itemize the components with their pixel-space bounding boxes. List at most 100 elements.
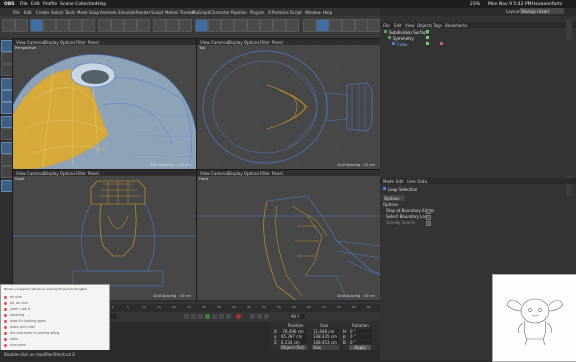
am-menu-edit[interactable]: Edit (396, 179, 404, 184)
xp-modifier-icon[interactable] (342, 19, 355, 32)
menu-window[interactable]: Window (305, 10, 321, 15)
viewport-top[interactable]: View Cameras Display Options Filter Pane… (196, 38, 382, 171)
menu-character[interactable]: Character (210, 10, 230, 15)
menu-motion-tracker[interactable]: Motion Tracker (165, 10, 194, 15)
xp-system-icon[interactable] (303, 19, 316, 32)
key-scale-icon[interactable] (264, 314, 269, 319)
menu-create[interactable]: Create (36, 10, 49, 15)
om-menu-edit[interactable]: Edit (394, 23, 402, 28)
om-menu-objects[interactable]: Objects (417, 23, 432, 28)
am-menu-mode[interactable]: Mode (383, 179, 394, 184)
floor-icon[interactable] (260, 19, 273, 32)
world-coord-icon[interactable] (137, 19, 150, 32)
menu-pipeline[interactable]: Pipeline (231, 10, 247, 15)
mac-menu-scene-collection[interactable]: Scene Collection (60, 2, 97, 7)
coord-mode-dropdown[interactable]: Object (Rel) (280, 345, 307, 350)
menu-plugins[interactable]: Plugins (250, 10, 264, 15)
goto-end-icon[interactable] (226, 314, 231, 319)
visibility-check-icon[interactable] (426, 36, 429, 39)
app-name[interactable]: OBS (4, 2, 15, 7)
viewport-perspective[interactable]: View Cameras Display Options Filter Pane… (12, 38, 198, 171)
layout-dropdown[interactable]: Startup (User) (520, 8, 564, 14)
tab-options[interactable]: Options (383, 195, 405, 201)
rotate-icon[interactable] (69, 19, 82, 32)
menu-script[interactable]: Script (290, 10, 302, 15)
mac-menu-edit[interactable]: Edit (31, 2, 40, 7)
user-name[interactable]: Hexaeonforts (532, 2, 562, 7)
size-mode-dropdown[interactable]: Size (312, 345, 339, 350)
material-tag-icon[interactable] (440, 42, 443, 45)
object-row[interactable]: Cube (392, 41, 452, 47)
om-side-tab[interactable] (566, 20, 572, 40)
bend-deformer-icon[interactable] (247, 19, 260, 32)
menu-file[interactable]: File (13, 10, 20, 15)
goto-start-icon[interactable] (184, 314, 189, 319)
xp-cache-icon[interactable] (367, 19, 380, 32)
live-selection-icon[interactable] (30, 19, 43, 32)
om-menu-file[interactable]: File (383, 23, 390, 28)
menu-animate[interactable]: Animate (100, 10, 117, 15)
array-icon[interactable] (234, 19, 247, 32)
mac-menu-profile[interactable]: Profile (43, 2, 57, 7)
record-icon[interactable] (236, 314, 241, 319)
mac-menu-file[interactable]: File (20, 2, 28, 7)
om-menu-view[interactable]: View (405, 23, 415, 28)
cube-icon[interactable] (195, 19, 208, 32)
spline-pen-icon[interactable] (208, 19, 221, 32)
menu-sculpt[interactable]: Sculpt (151, 10, 164, 15)
position-z-field[interactable]: 6.234 cm (280, 339, 307, 345)
render-settings-icon[interactable] (179, 19, 192, 32)
apply-button[interactable]: Apply (349, 345, 371, 350)
visibility-check-icon[interactable] (426, 42, 429, 45)
key-position-icon[interactable] (250, 314, 255, 319)
subdivision-surface-icon[interactable] (221, 19, 234, 32)
rotation-p-field[interactable]: 0 ° (349, 334, 372, 339)
scale-icon[interactable] (56, 19, 69, 32)
rotation-h-field[interactable]: 0 ° (349, 328, 372, 334)
undo-icon[interactable] (2, 19, 15, 32)
visibility-check-icon[interactable] (426, 30, 429, 33)
key-rotation-icon[interactable] (257, 314, 262, 319)
y-axis-icon[interactable] (111, 19, 124, 32)
menu-snap[interactable]: Snap (89, 10, 99, 15)
menu-tools[interactable]: Tools (65, 10, 75, 15)
size-y-field[interactable]: 138.335 cm (312, 334, 339, 339)
size-x-field[interactable]: 11.648 cm (312, 328, 339, 334)
menu-edit[interactable]: Edit (24, 10, 32, 15)
menu-x-particles[interactable]: X-Particles (268, 10, 289, 15)
om-menu-bookmarks[interactable]: Bookmarks (445, 23, 467, 28)
move-icon[interactable] (43, 19, 56, 32)
xp-emitter-icon[interactable] (316, 19, 329, 32)
viewport-front[interactable]: View Cameras Display Options Filter Pane… (196, 169, 382, 302)
render-picture-viewer-icon[interactable] (166, 19, 179, 32)
next-frame-icon[interactable] (212, 314, 217, 319)
menu-mesh[interactable]: Mesh (77, 10, 88, 15)
recent-tools-icon[interactable] (82, 19, 95, 32)
rotation-b-field[interactable]: 0 ° (349, 339, 372, 345)
prev-key-icon[interactable] (191, 314, 196, 319)
am-menu-user-data[interactable]: User Data (407, 179, 427, 184)
play-icon[interactable] (205, 314, 210, 319)
position-x-field[interactable]: -78.496 cm (280, 328, 307, 334)
om-menu-tags[interactable]: Tags (433, 23, 442, 28)
menu-mograph[interactable]: MoGraph (192, 10, 210, 15)
mac-menu-help[interactable]: Help (96, 2, 106, 7)
camera-icon[interactable] (273, 19, 286, 32)
position-y-field[interactable]: 65.397 cm (280, 334, 307, 339)
next-key-icon[interactable] (219, 314, 224, 319)
greedy-search-checkbox[interactable] (426, 220, 431, 226)
menu-render[interactable]: Render (136, 10, 150, 15)
stop-boundary-checkbox[interactable] (426, 208, 431, 214)
frame-end-field[interactable]: 90 F (290, 314, 305, 319)
light-icon[interactable] (286, 19, 299, 32)
size-z-field[interactable]: 108.453 cm (312, 339, 339, 345)
menu-help[interactable]: Help (323, 10, 332, 15)
select-boundary-checkbox[interactable] (426, 214, 431, 220)
z-axis-icon[interactable] (124, 19, 137, 32)
x-axis-icon[interactable] (98, 19, 111, 32)
render-view-icon[interactable] (153, 19, 166, 32)
prev-frame-icon[interactable] (198, 314, 203, 319)
redo-icon[interactable] (15, 19, 28, 32)
xp-generator-icon[interactable] (329, 19, 342, 32)
menu-select[interactable]: Select (51, 10, 63, 15)
